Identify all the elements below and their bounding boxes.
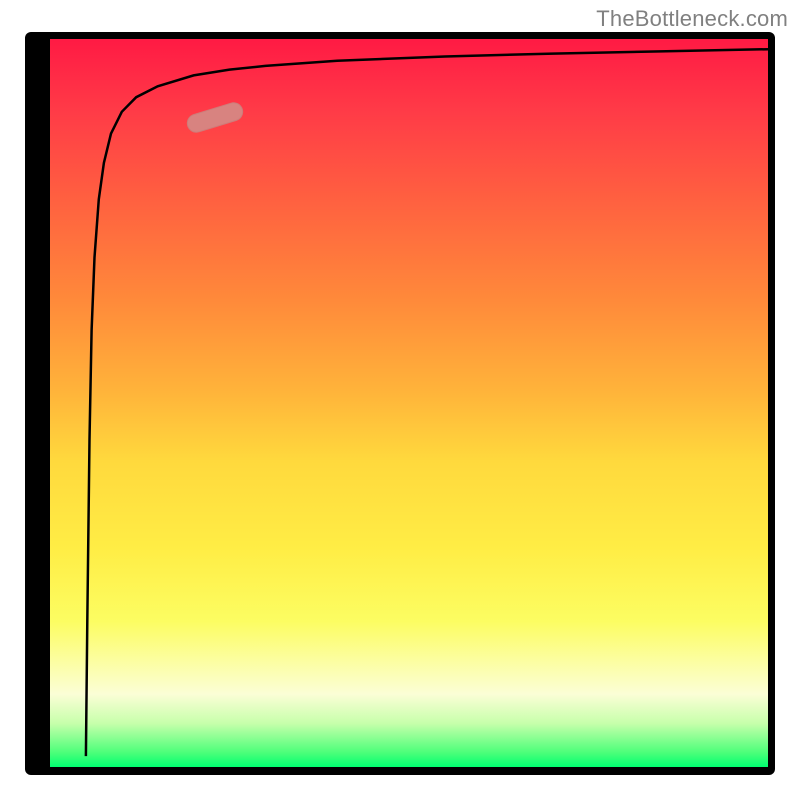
chart-frame [25, 32, 775, 775]
plot-area [50, 39, 768, 767]
performance-curve-path [86, 49, 768, 756]
site-title[interactable]: TheBottleneck.com [596, 6, 788, 32]
performance-curve [50, 39, 768, 767]
